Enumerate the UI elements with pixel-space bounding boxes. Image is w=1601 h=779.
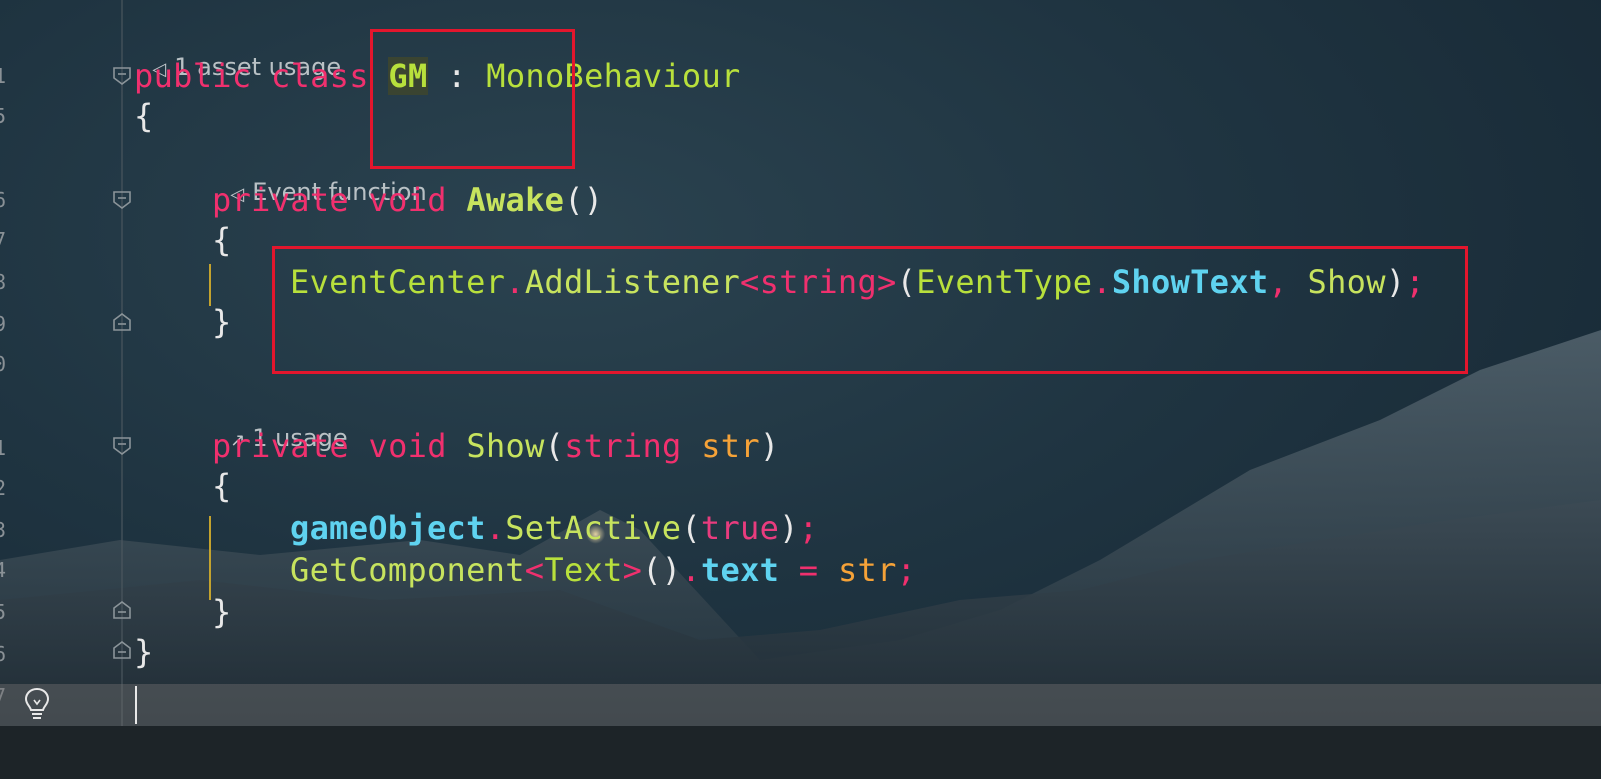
parameter: str: [701, 427, 760, 465]
fold-collapse-icon[interactable]: [112, 190, 132, 210]
line-number: 4: [0, 560, 7, 580]
lightbulb-icon[interactable]: [22, 686, 52, 722]
line-number: 8: [0, 272, 7, 292]
punctuation: (): [564, 181, 604, 219]
code-line-brace[interactable]: }: [134, 632, 154, 672]
indent-guide: [209, 264, 211, 306]
punctuation: (): [642, 551, 682, 589]
operator: =: [798, 551, 819, 589]
annotation-box-add-listener: [272, 246, 1468, 374]
close-brace: }: [212, 303, 232, 341]
fold-end-icon[interactable]: [112, 600, 132, 620]
line-number: 5: [0, 602, 7, 622]
mountain-background: [0, 330, 1601, 779]
line-number: 1: [0, 438, 7, 458]
parameter: str: [837, 551, 897, 589]
fold-end-icon[interactable]: [112, 312, 132, 332]
fold-end-icon[interactable]: [112, 640, 132, 660]
line-number: 0: [0, 354, 7, 374]
punctuation: ): [759, 427, 780, 465]
fold-collapse-icon[interactable]: [112, 436, 132, 456]
keyword: void: [368, 427, 447, 465]
punctuation: ): [779, 509, 799, 547]
line-number: 9: [0, 314, 7, 334]
code-line-brace[interactable]: {: [212, 220, 232, 260]
line-number: 2: [0, 478, 7, 498]
code-line-awake-decl[interactable]: private void Awake(): [212, 180, 603, 220]
code-line-brace[interactable]: }: [212, 302, 232, 342]
line-number: 3: [0, 520, 7, 540]
keyword: public: [134, 57, 252, 95]
type-ref: Text: [544, 551, 623, 589]
gutter-separator: [121, 0, 123, 779]
punctuation: <: [524, 551, 545, 589]
punctuation: .: [681, 551, 701, 589]
fold-collapse-icon[interactable]: [112, 66, 132, 86]
line-number: 6: [0, 190, 7, 210]
code-line-set-active[interactable]: gameObject.SetActive(true);: [290, 508, 818, 548]
code-line-brace[interactable]: }: [212, 592, 232, 632]
code-line-get-component[interactable]: GetComponent<Text>().text = str;: [290, 550, 916, 590]
literal: true: [700, 509, 780, 547]
keyword: string: [564, 427, 682, 465]
text-caret: [135, 686, 137, 724]
punctuation: ;: [896, 551, 917, 589]
keyword: private: [212, 427, 349, 465]
method-call: SetActive: [505, 509, 682, 547]
punctuation: .: [485, 509, 506, 547]
property-ref: text: [700, 551, 780, 589]
code-line-brace[interactable]: {: [212, 466, 232, 506]
method-name: Awake: [466, 181, 565, 219]
punctuation: >: [622, 551, 643, 589]
open-brace: {: [212, 221, 232, 259]
code-line-brace[interactable]: {: [134, 96, 154, 136]
editor-bottom-area: [0, 726, 1601, 779]
open-brace: {: [134, 97, 154, 135]
line-number: 1: [0, 66, 7, 86]
field-ref: gameObject: [290, 509, 486, 547]
punctuation: (: [681, 509, 701, 547]
keyword: class: [270, 57, 369, 95]
open-brace: {: [212, 467, 232, 505]
line-number: 6: [0, 644, 7, 664]
method-name: Show: [466, 427, 545, 465]
keyword: private: [212, 181, 349, 219]
close-brace: }: [134, 633, 154, 671]
method-call: GetComponent: [290, 551, 525, 589]
current-line-highlight: [0, 684, 1601, 726]
annotation-box-class-name: [370, 29, 575, 169]
code-line-show-decl[interactable]: private void Show(string str): [212, 426, 780, 466]
indent-guide: [209, 516, 211, 600]
punctuation: (: [544, 427, 565, 465]
keyword: void: [368, 181, 447, 219]
punctuation: ;: [798, 509, 819, 547]
close-brace: }: [212, 593, 232, 631]
line-number: 7: [0, 230, 7, 250]
line-number: 5: [0, 106, 7, 126]
